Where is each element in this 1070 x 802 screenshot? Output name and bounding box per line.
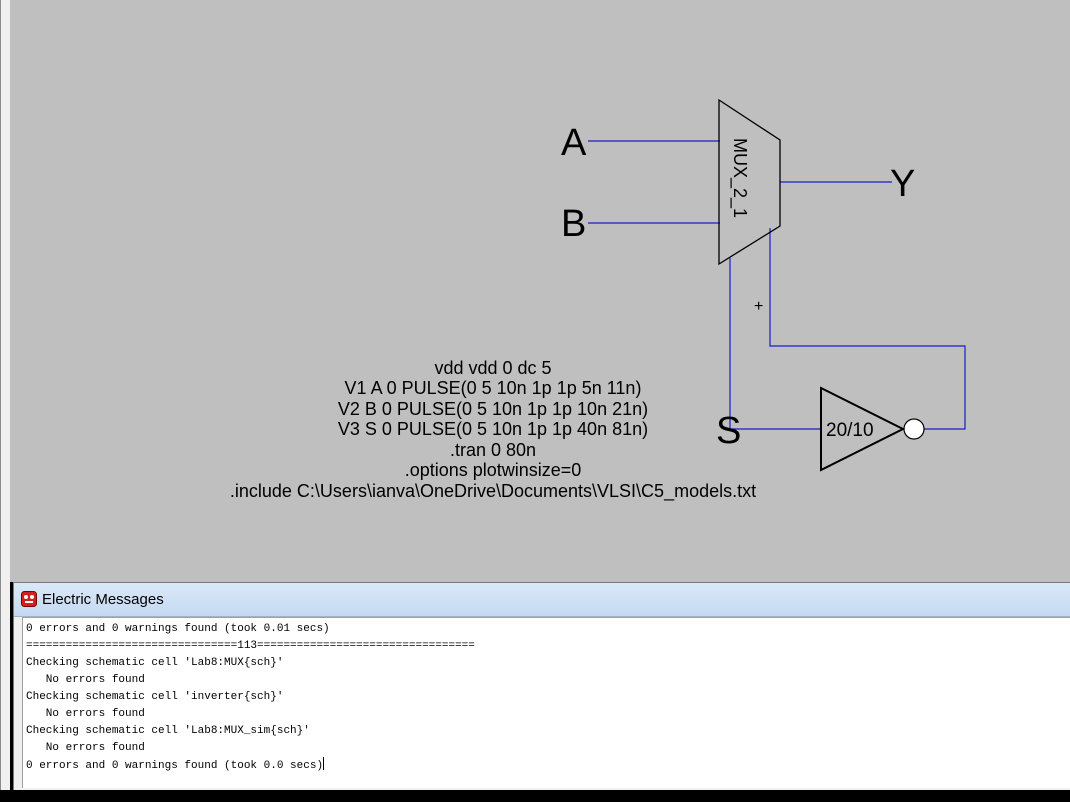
message-line-last: 0 errors and 0 warnings found (took 0.0 … <box>26 757 325 775</box>
messages-titlebar[interactable]: Electric Messages <box>14 583 1070 617</box>
spice-line: V3 S 0 PULSE(0 5 10n 1p 1p 40n 81n) <box>338 419 648 439</box>
message-line: 0 errors and 0 warnings found (took 0.01… <box>26 623 330 635</box>
message-line-text: 0 errors and 0 warnings found (took 0.0 … <box>26 760 324 772</box>
left-panel-edge <box>0 0 10 802</box>
bottom-desktop-strip <box>0 790 1070 802</box>
message-line: No errors found <box>26 708 145 720</box>
pin-label-y[interactable]: Y <box>890 163 915 205</box>
spice-line: .include C:\Users\ianva\OneDrive\Documen… <box>230 481 756 502</box>
messages-title: Electric Messages <box>42 591 164 608</box>
spice-line: vdd vdd 0 dc 5 <box>434 358 551 378</box>
wire-inverter-output[interactable] <box>769 228 966 430</box>
messages-window[interactable]: Electric Messages 0 errors and 0 warning… <box>13 582 1070 791</box>
pin-label-a[interactable]: A <box>561 122 587 164</box>
plus-marker: + <box>754 298 763 315</box>
message-line: No errors found <box>26 742 145 754</box>
inverter-bubble <box>903 418 925 440</box>
mux-label: MUX_2_1 <box>729 138 750 218</box>
pin-label-s[interactable]: S <box>716 410 741 452</box>
inverter-size-label: 20/10 <box>826 420 874 441</box>
message-line: No errors found <box>26 674 145 686</box>
inverter-component[interactable]: 20/10 <box>820 386 925 472</box>
spice-line: V2 B 0 PULSE(0 5 10n 1p 1p 10n 21n) <box>338 399 648 419</box>
text-caret <box>323 757 325 770</box>
message-line: Checking schematic cell 'Lab8:MUX_sim{sc… <box>26 725 310 737</box>
spice-directives[interactable]: vdd vdd 0 dc 5 V1 A 0 PULSE(0 5 10n 1p 1… <box>230 358 756 502</box>
spice-line: V1 A 0 PULSE(0 5 10n 1p 1p 5n 11n) <box>345 378 642 398</box>
mux-2-1-component[interactable]: MUX_2_1 <box>718 98 781 266</box>
messages-text-area[interactable]: 0 errors and 0 warnings found (took 0.01… <box>22 617 1070 788</box>
spice-line: .tran 0 80n <box>450 440 536 460</box>
pin-label-b[interactable]: B <box>561 203 586 245</box>
schematic-canvas[interactable]: MUX_2_1 20/10 A B Y S + vdd vdd 0 dc 5 V… <box>10 0 1070 582</box>
electric-app-icon <box>21 591 37 607</box>
spice-line: .options plotwinsize=0 <box>405 460 582 480</box>
schematic-drawing[interactable]: MUX_2_1 20/10 A B Y S + vdd vdd 0 dc 5 V… <box>10 0 1070 582</box>
message-line: ================================113=====… <box>26 640 475 652</box>
message-line: Checking schematic cell 'Lab8:MUX{sch}' <box>26 657 284 669</box>
message-line: Checking schematic cell 'inverter{sch}' <box>26 691 284 703</box>
